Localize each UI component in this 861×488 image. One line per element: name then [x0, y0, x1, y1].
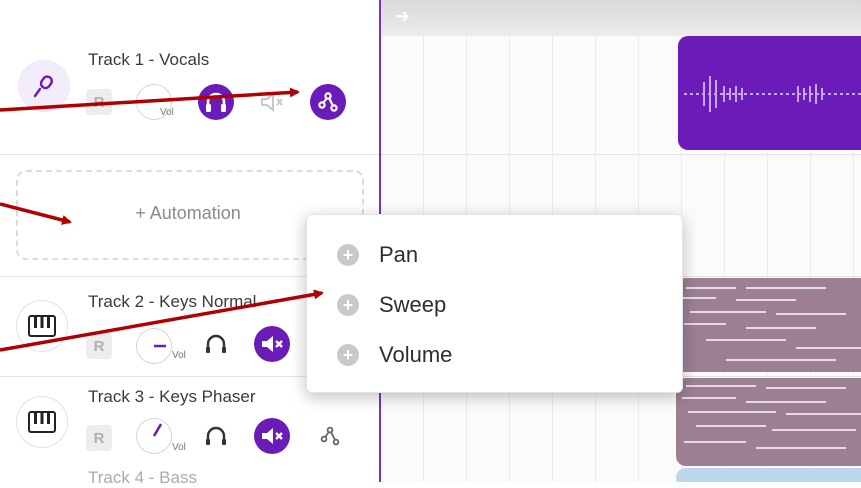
- track-3-name[interactable]: Track 3 - Keys Phaser: [88, 387, 256, 407]
- row-divider: [381, 154, 861, 155]
- piano-keys-icon: [28, 315, 56, 337]
- track-1-avatar[interactable]: [18, 60, 70, 112]
- knob-indicator: [154, 344, 166, 348]
- volume-knob[interactable]: [136, 418, 172, 454]
- automation-button[interactable]: [312, 418, 348, 454]
- plus-circle-icon: +: [337, 344, 359, 366]
- keys-phaser-midi-clip[interactable]: [676, 378, 861, 466]
- bass-clip[interactable]: [676, 468, 861, 482]
- keys-normal-midi-clip[interactable]: [676, 278, 861, 372]
- vocals-audio-clip[interactable]: [678, 36, 861, 150]
- headphones-button[interactable]: [198, 84, 234, 120]
- piano-keys-icon: [28, 411, 56, 433]
- automation-button[interactable]: [310, 84, 346, 120]
- record-arm-button[interactable]: R: [86, 89, 112, 115]
- waveform-icon: [684, 76, 861, 112]
- record-arm-button[interactable]: R: [86, 425, 112, 451]
- mute-button[interactable]: [254, 84, 290, 120]
- microphone-icon: [33, 75, 53, 98]
- track-1-name[interactable]: Track 1 - Vocals: [88, 50, 209, 70]
- headphones-icon: [206, 334, 226, 353]
- vol-label: Vol: [160, 107, 174, 118]
- automation-nodes-icon: [318, 92, 338, 112]
- track-2-avatar[interactable]: [16, 300, 68, 352]
- track-3-avatar[interactable]: [16, 396, 68, 448]
- vol-label: Vol: [172, 350, 186, 361]
- headphones-button[interactable]: [198, 326, 234, 362]
- plus-circle-icon: +: [337, 294, 359, 316]
- menu-item-pan[interactable]: + Pan: [307, 231, 682, 279]
- speaker-muted-icon: [262, 336, 283, 352]
- knob-indicator: [152, 423, 163, 437]
- vol-label: Vol: [172, 442, 186, 453]
- speaker-muted-icon: [262, 428, 283, 444]
- menu-item-sweep[interactable]: + Sweep: [307, 281, 682, 329]
- menu-item-volume[interactable]: + Volume: [307, 331, 682, 379]
- headphones-icon: [206, 92, 226, 112]
- mute-button[interactable]: [254, 326, 290, 362]
- plus-circle-icon: +: [337, 244, 359, 266]
- automation-nodes-icon: [320, 426, 340, 446]
- volume-knob[interactable]: [136, 328, 172, 364]
- menu-item-label: Pan: [379, 242, 419, 267]
- midi-notes-icon: [682, 287, 861, 361]
- record-arm-button[interactable]: R: [86, 333, 112, 359]
- track-4-name[interactable]: Track 4 - Bass: [88, 468, 197, 488]
- track-2-name[interactable]: Track 2 - Keys Normal: [88, 292, 256, 312]
- automation-menu: + Pan + Sweep + Volume: [306, 214, 683, 393]
- menu-item-label: Volume: [379, 342, 453, 367]
- midi-notes-icon: [682, 385, 861, 449]
- timeline-ruler[interactable]: ➜: [381, 0, 861, 36]
- speaker-icon: [261, 91, 283, 113]
- track-divider: [0, 154, 379, 155]
- menu-item-label: Sweep: [379, 292, 447, 317]
- headphones-button[interactable]: [198, 418, 234, 454]
- arrow-right-icon[interactable]: ➜: [395, 6, 410, 27]
- headphones-icon: [206, 426, 226, 445]
- mute-button[interactable]: [254, 418, 290, 454]
